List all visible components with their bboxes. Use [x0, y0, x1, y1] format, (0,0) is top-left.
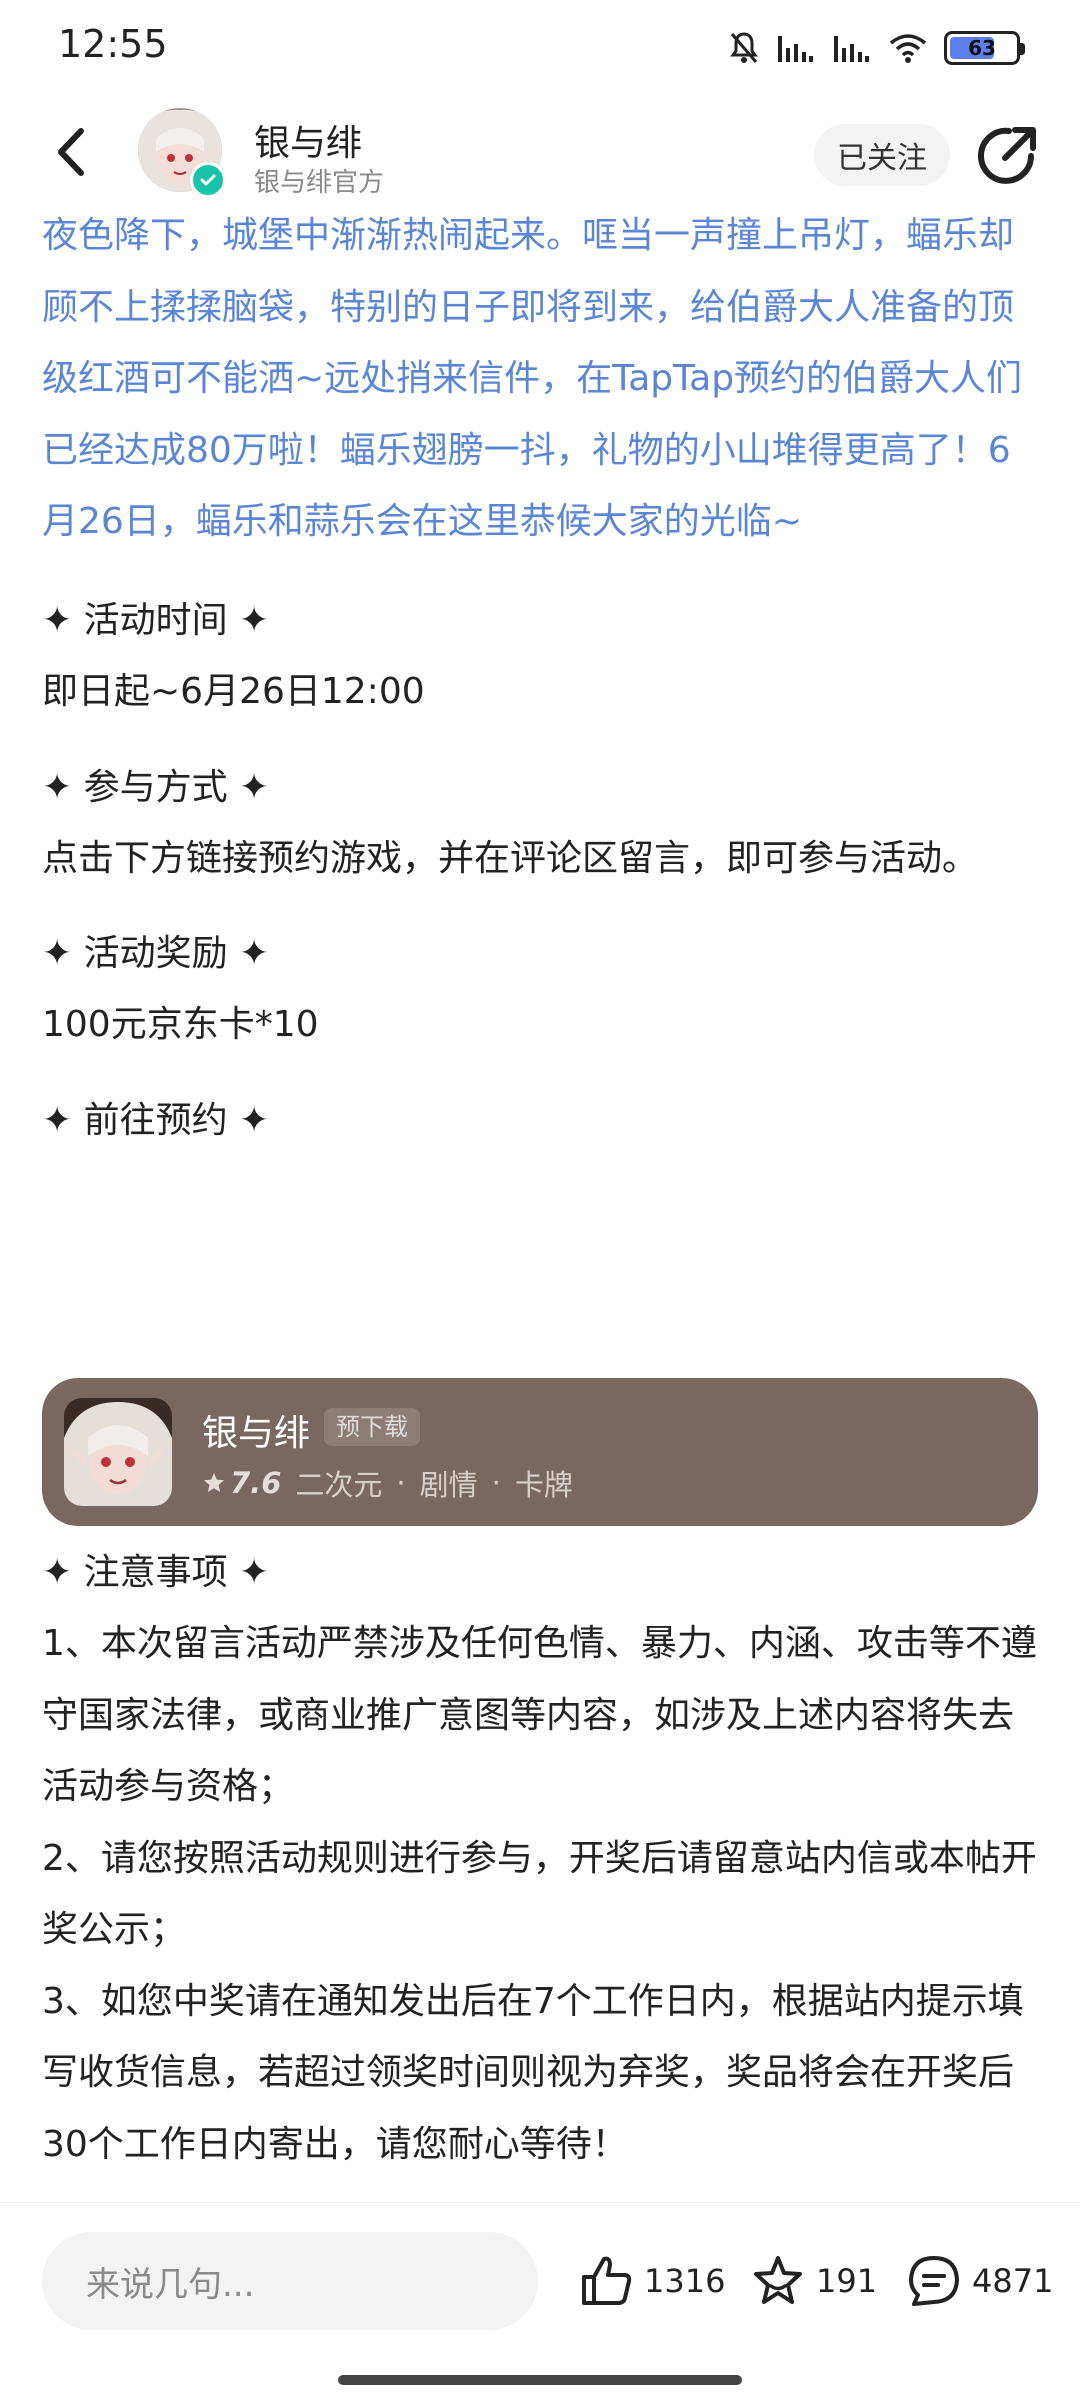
note-item: 3、如您中奖请在通知发出后在7个工作日内，根据站内提示填写收货信息，若超过领奖时… — [42, 1980, 1024, 2165]
comment-input[interactable]: 来说几句... — [42, 2232, 538, 2330]
like-button[interactable]: 1316 — [578, 2253, 725, 2309]
game-genre: 二次元 — [295, 1468, 383, 1502]
note-item: 2、请您按照活动规则进行参与，开奖后请留意站内信或本帖开奖公示； — [42, 1837, 1037, 1951]
note-item: 1、本次留言活动严禁涉及任何色情、暴力、内涵、攻击等不遵守国家法律，或商业推广意… — [42, 1623, 1037, 1807]
section-title-participation: ✦ 参与方式 ✦ — [42, 767, 270, 808]
share-icon — [978, 127, 1036, 184]
favorite-count: 191 — [816, 2262, 878, 2300]
battery-tip — [1020, 43, 1025, 55]
game-card[interactable]: 银与绯 预下载 7.6 二次元 · 剧情 · 卡牌 — [42, 1378, 1038, 1526]
wifi-icon — [888, 32, 928, 64]
mute-icon — [728, 31, 760, 65]
back-button[interactable] — [40, 122, 100, 182]
game-genre: 卡牌 — [514, 1468, 573, 1502]
status-icons: 63 — [728, 28, 1025, 68]
section-title-reserve: ✦ 前往预约 ✦ — [42, 1100, 270, 1141]
star-icon — [204, 1473, 224, 1492]
post-intro: 夜色降下，城堡中渐渐热闹起来。哐当一声撞上吊灯，蝠乐却顾不上揉揉脑袋，特别的日子… — [42, 215, 1023, 542]
favorite-button[interactable]: 191 — [750, 2253, 877, 2309]
game-name: 银与绯 — [202, 1413, 311, 1454]
like-count: 1316 — [644, 2262, 726, 2300]
battery-level: 63 — [968, 36, 996, 60]
back-arrow-icon — [58, 128, 84, 176]
section-title-notes: ✦ 注意事项 ✦ — [42, 1552, 270, 1593]
post-header: 银与绯 银与绯官方 已关注 — [0, 96, 1080, 216]
game-icon — [64, 1398, 172, 1506]
genre-separator: · — [491, 1466, 501, 1500]
signal-icon — [832, 32, 872, 64]
share-button[interactable] — [975, 122, 1041, 188]
post-detail-screen: 12:55 63 银与绯 银与绯官方 已关注 夜色降下，城堡中渐渐热闹起来。哐当… — [0, 0, 1080, 2401]
comment-count: 4871 — [972, 2262, 1054, 2300]
section-body-time: 即日起~6月26日12:00 — [42, 670, 425, 712]
author-name[interactable]: 银与绯 — [254, 114, 362, 166]
verified-icon — [190, 162, 226, 198]
author-subtitle: 银与绯官方 — [254, 168, 385, 198]
section-title-time: ✦ 活动时间 ✦ — [42, 599, 270, 641]
section-body-participation: 点击下方链接预约游戏，并在评论区留言，即可参与活动。 — [42, 838, 979, 879]
thumbs-up-icon — [582, 2256, 632, 2305]
section-title-rewards: ✦ 活动奖励 ✦ — [42, 932, 270, 974]
game-meta: 7.6 二次元 · 剧情 · 卡牌 — [202, 1462, 573, 1504]
genre-separator: · — [396, 1466, 406, 1500]
home-indicator[interactable] — [338, 2375, 742, 2385]
section-body-rewards: 100元京东卡*10 — [42, 1003, 319, 1045]
game-rating-value: 7.6 — [230, 1466, 282, 1500]
post-notes: ✦ 注意事项 ✦ 1、本次留言活动严禁涉及任何色情、暴力、内涵、攻击等不遵守国家… — [42, 1548, 1042, 2180]
post-content: 夜色降下，城堡中渐渐热闹起来。哐当一声撞上吊灯，蝠乐却顾不上揉揉脑袋，特别的日子… — [42, 200, 1042, 1146]
star-icon — [754, 2256, 802, 2304]
battery-icon: 63 — [944, 31, 1025, 65]
bottom-action-bar: 来说几句... 1316 191 4871 — [0, 2202, 1080, 2401]
game-rating: 7.6 — [202, 1466, 281, 1500]
follow-button[interactable]: 已关注 — [814, 124, 950, 186]
status-bar: 12:55 63 — [0, 0, 1080, 96]
status-time: 12:55 — [58, 22, 168, 66]
comment-button[interactable]: 4871 — [906, 2253, 1053, 2309]
signal-icon — [776, 32, 816, 64]
comment-icon — [909, 2256, 959, 2306]
game-tag: 预下载 — [324, 1408, 420, 1446]
game-genre: 剧情 — [419, 1468, 478, 1502]
